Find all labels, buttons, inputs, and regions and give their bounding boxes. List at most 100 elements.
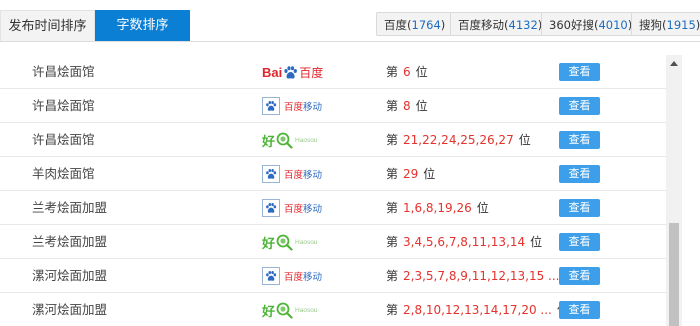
engine-tab-360[interactable]: 360好搜(4010): [541, 12, 641, 36]
engine-tab-count: 1915: [666, 18, 696, 32]
list-item: 许昌烩面馆 百度移动 第 8 位 查看: [0, 89, 666, 123]
rank-prefix: 第: [386, 303, 399, 317]
magnifier-icon: [276, 234, 293, 251]
engine-tab-label: 360好搜: [549, 18, 594, 32]
view-button[interactable]: 查看: [559, 97, 600, 115]
list-item: 许昌烩面馆 好 Haosou 第 21,22,24,25,26,27 位 查看: [0, 123, 666, 157]
baidu-mobile-logo-text: 百度: [284, 204, 304, 215]
baidu-mobile-logo: 百度移动: [262, 163, 322, 185]
rank-numbers: 2,3,5,7,8,9,11,12,13,15 ...: [403, 269, 560, 283]
keyword-name: 许昌烩面馆: [32, 132, 95, 147]
haosou-logo-text: Haosou: [295, 136, 318, 144]
scrollbar[interactable]: [666, 55, 682, 326]
engine-tab-label: 百度: [384, 18, 407, 32]
haosou-logo-text: 好: [262, 236, 276, 252]
rank-suffix: 位: [415, 99, 428, 113]
paw-icon: [262, 97, 280, 115]
view-button[interactable]: 查看: [559, 199, 600, 217]
keyword-rank-list: 许昌烩面馆 Bai 百度 第 6 位查看 许昌烩面馆 百度移动 第 8 位查看 许昌烩面馆 …: [0, 42, 666, 326]
haosou-logo: 好 Haosou: [262, 129, 317, 151]
list-item: 漯河烩面加盟 好 Haosou 第 2,8,10,12,13,14,17,20 .…: [0, 293, 666, 326]
rank-prefix: 第: [386, 99, 399, 113]
rank-prefix: 第: [386, 201, 399, 215]
view-button[interactable]: 查看: [559, 63, 600, 81]
haosou-logo-text: 好: [262, 304, 276, 320]
rank-numbers: 2,8,10,12,13,14,17,20 ...: [403, 303, 552, 317]
baidu-mobile-logo-text: 移动: [303, 204, 323, 215]
keyword-name: 漯河烩面加盟: [32, 268, 108, 283]
baidu-mobile-logo-text: 移动: [303, 272, 323, 283]
rank-prefix: 第: [386, 133, 399, 147]
magnifier-icon: [276, 132, 293, 149]
engine-tab-baidu[interactable]: 百度(1764): [376, 12, 454, 36]
engine-tab-count: 1764: [411, 18, 441, 32]
scroll-up-arrow-icon[interactable]: [666, 55, 682, 71]
rank-position: 第2,8,10,12,13,14,17,20 ...位: [386, 293, 569, 326]
view-button[interactable]: 查看: [559, 233, 600, 251]
list-item: 漯河烩面加盟 百度移动 第 2,3,5,7,8,9,11,12,13,15 ...…: [0, 259, 666, 293]
rank-position: 第 1,6,8,19,26 位: [386, 191, 489, 225]
rank-suffix: 位: [518, 133, 531, 147]
haosou-logo: 好 Haosou: [262, 231, 317, 253]
engine-tab-label: 百度移动: [458, 18, 504, 32]
engine-tab-count: 4132: [508, 18, 538, 32]
tab-word-count[interactable]: 字数排序: [95, 10, 190, 41]
rank-numbers: 3,4,5,6,7,8,11,13,14: [403, 235, 526, 249]
list-item: 羊肉烩面馆 百度移动 第 29 位 查看: [0, 157, 666, 191]
paw-icon: [262, 199, 280, 217]
rank-suffix: 位: [476, 201, 489, 215]
engine-tab-sogou[interactable]: 搜狗(1915): [631, 12, 700, 36]
paw-icon: [262, 267, 280, 285]
rank-numbers: 21,22,24,25,26,27: [403, 133, 514, 147]
view-button[interactable]: 查看: [559, 131, 600, 149]
paw-icon: [262, 165, 280, 183]
paw-icon: [284, 65, 298, 78]
baidu-mobile-logo-text: 百度: [284, 102, 304, 113]
rank-numbers: 6: [403, 65, 411, 79]
list-item: 兰考烩面加盟 百度移动 第 1,6,8,19,26 位 查看: [0, 191, 666, 225]
keyword-name: 漯河烩面加盟: [32, 302, 108, 317]
baidu-mobile-logo: 百度移动: [262, 197, 322, 219]
rank-suffix: 位: [423, 167, 436, 181]
baidu-mobile-logo-text: 百度: [284, 170, 304, 181]
list-item: 许昌烩面馆 Bai 百度 第 6 位 查看: [0, 55, 666, 89]
haosou-logo-text: Haosou: [295, 306, 318, 314]
top-bar: 发布时间排序 字数排序 百度(1764) 百度移动(4132) 360好搜(40…: [0, 0, 700, 41]
rank-prefix: 第: [386, 167, 399, 181]
keyword-name: 羊肉烩面馆: [32, 166, 95, 181]
view-button[interactable]: 查看: [559, 165, 600, 183]
baidu-logo: Bai 百度: [262, 61, 323, 83]
engine-tab-baidu-mobile[interactable]: 百度移动(4132): [450, 12, 551, 36]
view-button[interactable]: 查看: [559, 301, 600, 319]
rank-position: 第6位: [386, 55, 428, 89]
keyword-name: 许昌烩面馆: [32, 98, 95, 113]
baidu-logo-text: 百度: [299, 65, 324, 80]
list-item: 兰考烩面加盟 好 Haosou 第 3,4,5,6,7,8,11,13,14 位 查看: [0, 225, 666, 259]
haosou-logo: 好 Haosou: [262, 299, 317, 321]
keyword-name: 兰考烩面加盟: [32, 200, 108, 215]
rank-numbers: 8: [403, 99, 411, 113]
haosou-logo-text: Haosou: [295, 238, 318, 246]
rank-prefix: 第: [386, 235, 399, 249]
baidu-mobile-logo: 百度移动: [262, 265, 322, 287]
rank-position: 第8位: [386, 89, 428, 123]
rank-suffix: 位: [530, 235, 543, 249]
view-button[interactable]: 查看: [559, 267, 600, 285]
magnifier-icon: [276, 302, 293, 319]
rank-position: 第 21,22,24,25,26,27 位: [386, 123, 531, 157]
baidu-mobile-logo-text: 移动: [303, 102, 323, 113]
rank-suffix: 位: [415, 65, 428, 79]
rank-numbers: 1,6,8,19,26: [403, 201, 472, 215]
scroll-thumb[interactable]: [669, 223, 679, 326]
rank-position: 第 3,4,5,6,7,8,11,13,14 位: [386, 225, 542, 259]
tab-publish-time[interactable]: 发布时间排序: [0, 10, 95, 41]
rank-position: 第 29 位: [386, 157, 435, 191]
baidu-logo-text: Bai: [262, 64, 283, 80]
engine-tab-label: 搜狗: [639, 18, 662, 32]
engine-tab-count: 4010: [598, 18, 628, 32]
keyword-name: 兰考烩面加盟: [32, 234, 108, 249]
baidu-mobile-logo-text: 百度: [284, 272, 304, 283]
rank-position: 第2,3,5,7,8,9,11,12,13,15 ...位: [386, 259, 577, 293]
rank-prefix: 第: [386, 65, 399, 79]
baidu-mobile-logo-text: 移动: [303, 170, 323, 181]
